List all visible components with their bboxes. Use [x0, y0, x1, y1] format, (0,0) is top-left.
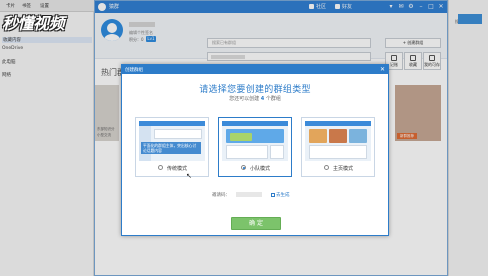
remaining-count: 4 [260, 96, 265, 102]
dialog-title: 创建群组 [125, 67, 143, 73]
radio-squad[interactable] [241, 165, 246, 170]
radio-homepage[interactable] [324, 165, 329, 170]
option-homepage[interactable]: 主页模式 [301, 117, 375, 177]
subtitle-prefix: 您还可以创建 [229, 96, 260, 102]
invite-code-blurred [236, 192, 262, 197]
traditional-preview: 平面化的群组主体，突出核心讨论话题内容 [139, 121, 205, 161]
option-label: 传统模式 [167, 165, 188, 172]
preview-overlay-text: 平面化的群组主体，突出核心讨论话题内容 [141, 142, 201, 154]
squad-preview [222, 121, 288, 161]
subtitle-suffix: 个群组 [265, 96, 281, 102]
invite-label: 邀请码： [212, 193, 230, 198]
option-label: 主页模式 [333, 165, 354, 172]
dialog-subtitle: 您还可以创建 4 个群组 [122, 95, 388, 102]
confirm-button[interactable]: 确 定 [231, 217, 281, 230]
radio-traditional[interactable] [158, 165, 163, 170]
option-label: 小队模式 [250, 165, 271, 172]
close-icon[interactable]: ✕ [380, 65, 385, 74]
watermark-logo: 秒懂视频 [2, 10, 94, 38]
dialog-titlebar: 创建群组 ✕ [122, 65, 388, 74]
homepage-preview [305, 121, 371, 161]
watermark-logo-text: 秒懂视频 [2, 14, 65, 33]
option-squad[interactable]: 小队模式 [218, 117, 292, 177]
create-group-dialog: 创建群组 ✕ 请选择您要创建的群组类型 您还可以创建 4 个群组 平面化的群组主… [121, 64, 389, 236]
invite-generate-link[interactable]: 去生成 [271, 192, 290, 198]
option-traditional[interactable]: 平面化的群组主体，突出核心讨论话题内容 传统模式 [135, 117, 209, 177]
refresh-icon [271, 192, 275, 197]
invite-link-label: 去生成 [276, 193, 290, 198]
mouse-cursor-icon: ↖ [186, 172, 192, 180]
dialog-headline: 请选择您要创建的群组类型 [199, 85, 311, 95]
